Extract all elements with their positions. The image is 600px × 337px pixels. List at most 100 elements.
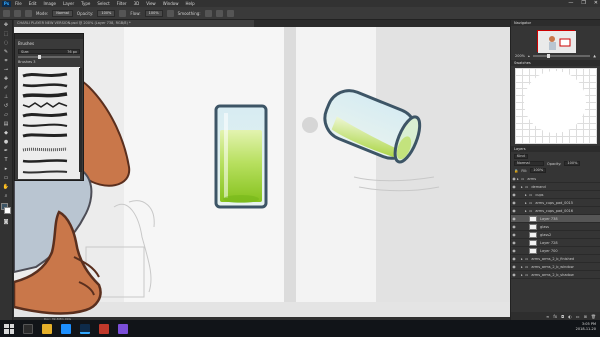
brush-stroke-preview[interactable] <box>21 168 69 176</box>
navigator-zoom-value[interactable]: 200% <box>515 54 525 58</box>
menu-file[interactable]: File <box>15 1 22 6</box>
path-select-tool-icon[interactable]: ▸ <box>2 166 11 173</box>
navigator-zoom-slider[interactable] <box>532 54 591 58</box>
navigator-tab[interactable]: Navigator <box>511 20 600 26</box>
layer-row[interactable]: ◉ ▸ ▭ arms_cups_pad_0016 <box>511 207 600 215</box>
brush-stroke-preview[interactable] <box>21 131 69 139</box>
adjustment-layer-icon[interactable]: ◐ <box>568 314 572 319</box>
menu-help[interactable]: Help <box>185 1 194 6</box>
menu-filter[interactable]: Filter <box>117 1 127 6</box>
swatch-cell[interactable] <box>590 123 596 130</box>
quick-select-tool-icon[interactable]: ✎ <box>2 49 11 56</box>
stamp-tool-icon[interactable]: ⊥ <box>2 94 11 101</box>
menu-image[interactable]: Image <box>43 1 56 6</box>
swatch-cell[interactable] <box>583 82 590 89</box>
swatch-cell[interactable] <box>576 69 583 75</box>
opacity-field[interactable]: 100% <box>97 9 116 17</box>
zoom-out-icon[interactable]: ▴ <box>528 54 530 58</box>
swatch-cell[interactable] <box>583 130 590 137</box>
swatch-cell[interactable] <box>516 82 522 89</box>
blend-mode-select[interactable]: Normal <box>514 161 544 166</box>
swatch-cell[interactable] <box>590 137 596 143</box>
eraser-tool-icon[interactable]: ▱ <box>2 112 11 119</box>
swatch-cell[interactable] <box>590 69 596 75</box>
swatch-cell[interactable] <box>536 130 542 137</box>
brush-list-scrollbar[interactable] <box>79 68 82 172</box>
add-mask-icon[interactable]: ◘ <box>561 314 564 319</box>
swatch-cell[interactable] <box>590 103 596 109</box>
pressure-opacity-icon[interactable] <box>119 9 127 17</box>
brush-stroke-preview[interactable] <box>21 145 69 153</box>
swatch-cell[interactable] <box>516 75 522 82</box>
pen-tool-icon[interactable]: ✒ <box>2 148 11 155</box>
swatch-cell[interactable] <box>522 130 529 137</box>
quick-mask-icon[interactable]: ◙ <box>2 219 11 226</box>
zoom-slider-knob[interactable] <box>546 54 550 58</box>
brush-stroke-preview[interactable] <box>21 91 69 99</box>
swatch-cell[interactable] <box>522 137 529 143</box>
swatch-cell[interactable] <box>522 69 529 75</box>
visibility-eye-icon[interactable]: ◉ <box>511 200 517 205</box>
document-tab[interactable]: CHARLI PLAYER NEW VERSION.psd @ 200% (La… <box>14 20 254 27</box>
delete-layer-icon[interactable]: 🗑 <box>591 314 596 319</box>
brush-size-slider[interactable] <box>18 55 80 59</box>
new-group-icon[interactable]: ▭ <box>576 314 580 319</box>
move-tool-icon[interactable]: ✥ <box>2 22 11 29</box>
new-layer-icon[interactable]: ⊞ <box>584 314 587 319</box>
flow-field[interactable]: 100% <box>144 9 163 17</box>
brush-size-value[interactable]: 76 px <box>67 50 77 54</box>
swatch-cell[interactable] <box>516 69 522 75</box>
layer-row[interactable]: ◉ glass <box>511 223 600 231</box>
layer-style-icon[interactable]: fx <box>553 314 557 319</box>
close-button[interactable]: ✕ <box>594 0 598 7</box>
photoshop-taskbar-icon[interactable] <box>80 323 90 334</box>
swatch-cell[interactable] <box>529 69 536 75</box>
swatch-cell[interactable] <box>590 82 596 89</box>
swatch-cell[interactable] <box>583 116 590 123</box>
toggle-brush-panel-icon[interactable] <box>25 9 32 17</box>
swatch-cell[interactable] <box>590 109 596 116</box>
history-brush-tool-icon[interactable]: ↺ <box>2 103 11 110</box>
minimize-button[interactable]: — <box>568 0 573 7</box>
blur-tool-icon[interactable]: ◆ <box>2 130 11 137</box>
layer-opacity-field[interactable]: 100% <box>564 161 581 166</box>
marquee-tool-icon[interactable]: ⬚ <box>2 31 11 38</box>
swatch-cell[interactable] <box>570 137 576 143</box>
brush-stroke-preview[interactable] <box>21 101 69 109</box>
swatch-cell[interactable] <box>516 109 522 116</box>
layer-row[interactable]: ◉ ▸ ▭ arms <box>511 175 600 183</box>
layer-row[interactable]: ◉ Layer 728 <box>511 239 600 247</box>
visibility-eye-icon[interactable]: ◉ <box>511 264 517 269</box>
task-view-icon[interactable] <box>23 323 33 334</box>
airbrush-icon[interactable] <box>166 9 174 17</box>
smoothing-settings-icon[interactable] <box>204 9 212 17</box>
link-layers-icon[interactable]: ∞ <box>546 314 549 319</box>
visibility-eye-icon[interactable]: ◉ <box>511 216 517 221</box>
visibility-eye-icon[interactable]: ◉ <box>511 272 517 277</box>
photoshop-logo[interactable]: Ps <box>2 0 11 7</box>
system-tray[interactable]: 3:05 PM 2018-11-20 <box>576 322 596 332</box>
visibility-eye-icon[interactable]: ◉ <box>511 248 517 253</box>
visibility-eye-icon[interactable]: ◉ <box>511 256 517 261</box>
color-wheel-swatch[interactable] <box>524 71 586 133</box>
app-icon[interactable] <box>118 323 128 334</box>
swatch-cell[interactable] <box>516 103 522 109</box>
brush-preset-picker-icon[interactable] <box>14 9 21 17</box>
brush-group-name[interactable]: Brushes 3 <box>18 60 80 65</box>
swatch-cell[interactable] <box>590 75 596 82</box>
crop-tool-icon[interactable]: ⌗ <box>2 58 11 65</box>
brush-stroke-preview[interactable] <box>21 81 69 89</box>
file-explorer-icon[interactable] <box>42 323 52 334</box>
windows-start-icon[interactable] <box>4 323 14 334</box>
lasso-tool-icon[interactable]: ◌ <box>2 40 11 47</box>
maximize-button[interactable]: ❐ <box>581 0 585 7</box>
layer-fill-field[interactable]: 100% <box>530 168 547 173</box>
menu-type[interactable]: Type <box>81 1 90 6</box>
layer-row[interactable]: ◉ Layer 700 <box>511 247 600 255</box>
layer-row[interactable]: ◉ ▸ ▭ arms_cups_pad_0015 <box>511 199 600 207</box>
layer-row[interactable]: ◉ glass2 <box>511 231 600 239</box>
brush-list[interactable] <box>18 67 80 179</box>
swatch-cell[interactable] <box>522 75 529 82</box>
healing-tool-icon[interactable]: ✚ <box>2 76 11 83</box>
swatch-cell[interactable] <box>576 123 583 130</box>
